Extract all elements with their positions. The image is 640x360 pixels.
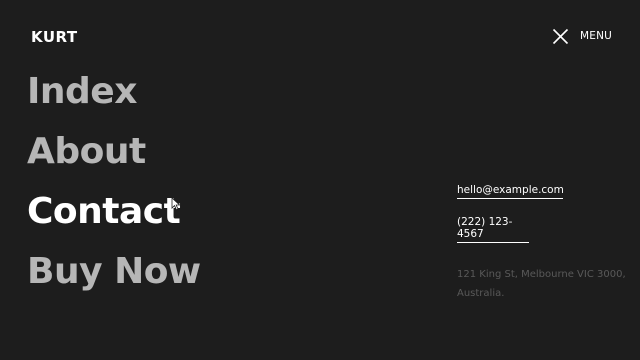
phone-link[interactable]: (222) 123-4567 <box>457 216 529 243</box>
kurt-logo[interactable]: KURT <box>31 28 78 46</box>
address-text: 121 King St, Melbourne VIC 3000, Austral… <box>457 269 626 299</box>
menu-overlay: KURT MENU Index About Contact Buy Now he… <box>0 0 640 360</box>
nav-item-buy-now[interactable]: Buy Now <box>27 242 201 302</box>
close-menu-button[interactable]: MENU <box>552 26 612 46</box>
nav-item-index[interactable]: Index <box>27 62 201 122</box>
main-nav: Index About Contact Buy Now <box>27 62 201 302</box>
nav-item-contact[interactable]: Contact <box>27 182 201 242</box>
nav-item-about[interactable]: About <box>27 122 201 182</box>
menu-label: MENU <box>580 30 613 42</box>
close-icon <box>552 28 569 44</box>
mouse-pointer-icon <box>171 197 181 211</box>
email-link[interactable]: hello@example.com <box>457 184 564 199</box>
